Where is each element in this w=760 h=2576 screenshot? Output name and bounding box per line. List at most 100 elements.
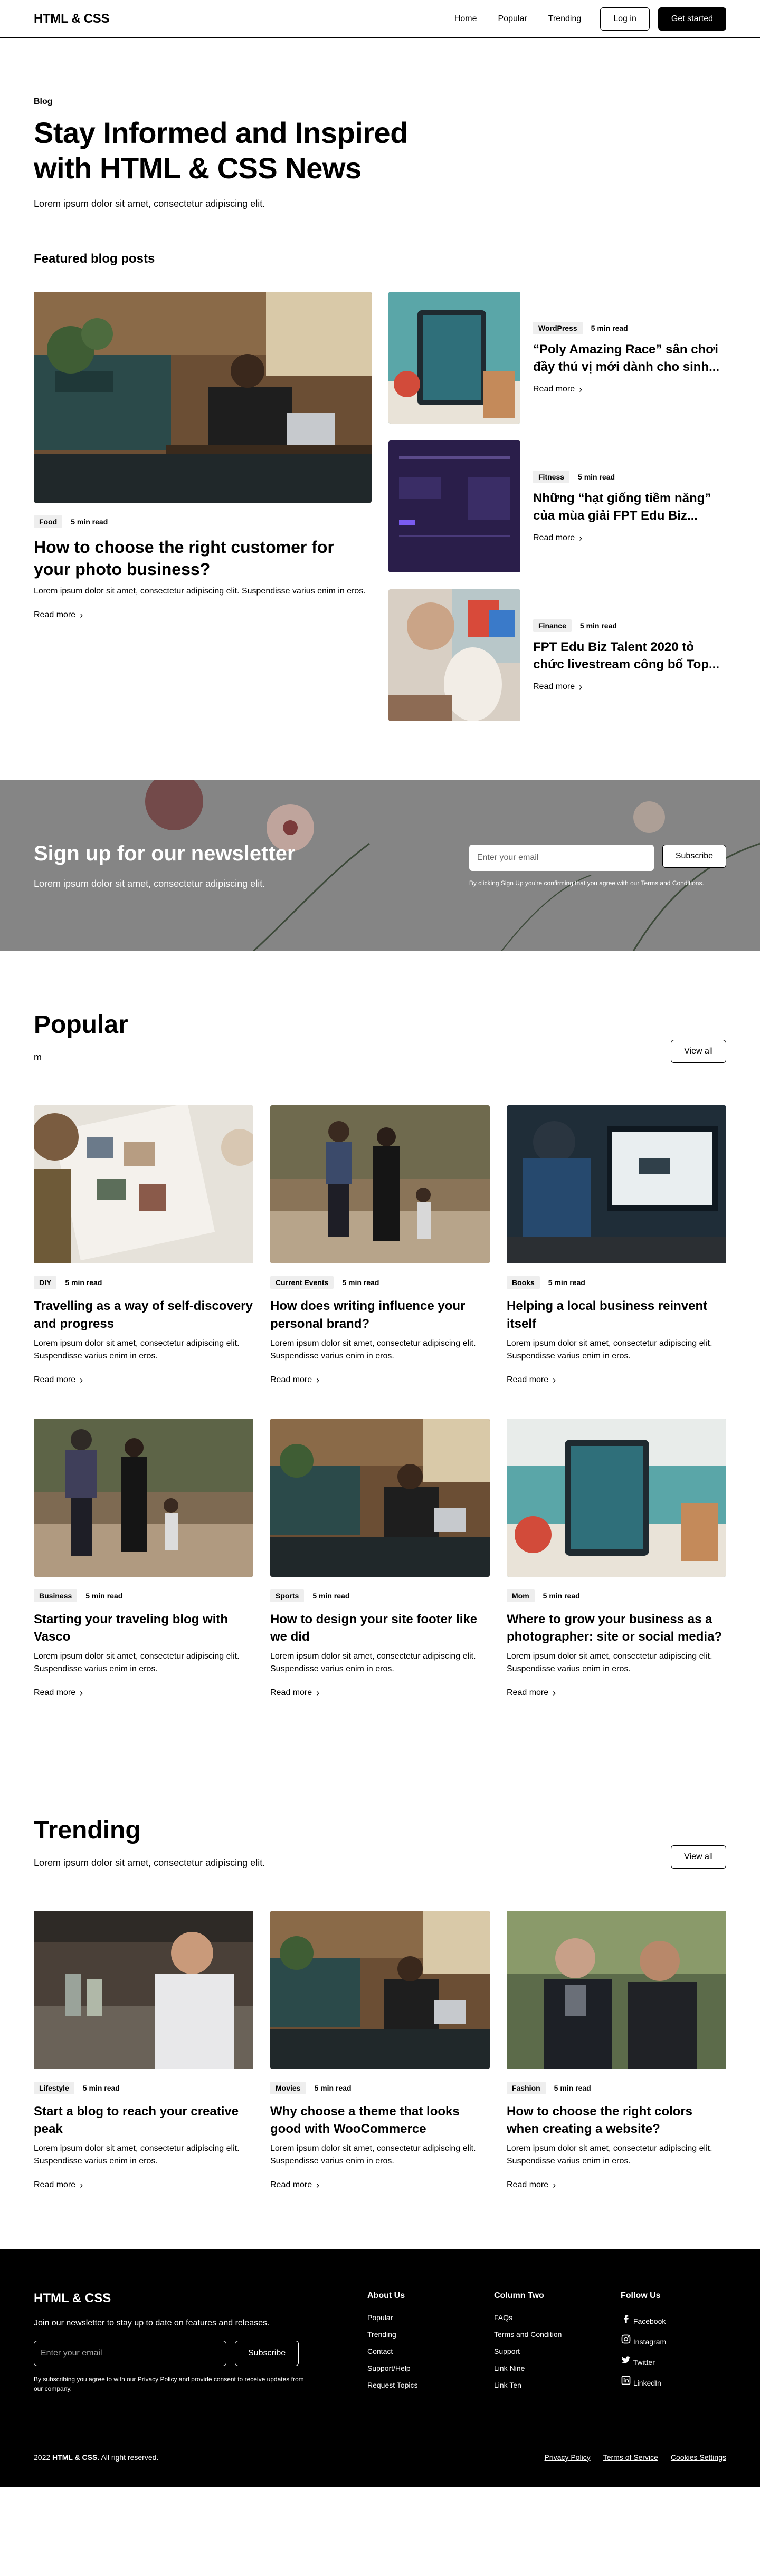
blog-card[interactable]: Current Events 5 min read How does writi… — [270, 1105, 490, 1385]
instagram-link[interactable]: Instagram — [621, 2330, 726, 2350]
terms-of-service-link[interactable]: Terms of Service — [603, 2453, 658, 2462]
view-all-button[interactable]: View all — [671, 1845, 726, 1869]
newsletter-consent-note: By clicking Sign Up you're confirming th… — [469, 879, 726, 887]
post-title[interactable]: How to choose the right customer for you… — [34, 537, 372, 580]
newsletter-email-input[interactable] — [469, 845, 654, 872]
featured-side-post[interactable]: Fitness 5 min read Những “hạt giống tiềm… — [388, 440, 726, 573]
read-more-link[interactable]: Read more › — [270, 1688, 319, 1698]
blog-card-image[interactable] — [270, 1910, 490, 2069]
footer-link[interactable]: Link Nine — [494, 2360, 600, 2377]
featured-side-post[interactable]: WordPress 5 min read “Poly Amazing Race”… — [388, 292, 726, 424]
read-time: 5 min read — [86, 1591, 123, 1600]
blog-card-image[interactable] — [507, 1910, 726, 2069]
blog-card[interactable]: DIY 5 min read Travelling as a way of se… — [34, 1105, 253, 1385]
section-title: Popular — [34, 1011, 128, 1039]
footer-link[interactable]: Support — [494, 2343, 600, 2360]
post-title[interactable]: How to design your site footer like we d… — [270, 1611, 490, 1646]
read-more-link[interactable]: Read more › — [533, 533, 582, 543]
blog-card[interactable]: Movies 5 min read Why choose a theme tha… — [270, 1910, 490, 2190]
social-label: Instagram — [633, 2337, 667, 2346]
footer-link[interactable]: Terms and Condition — [494, 2326, 600, 2343]
blog-card-image[interactable] — [34, 1105, 253, 1264]
facebook-icon — [624, 2315, 629, 2323]
blog-card[interactable]: Mom 5 min read Where to grow your busine… — [507, 1418, 726, 1698]
chevron-right-icon: › — [579, 681, 583, 692]
cookies-settings-link[interactable]: Cookies Settings — [671, 2453, 726, 2462]
post-title[interactable]: Where to grow your business as a photogr… — [507, 1611, 726, 1646]
read-more-link[interactable]: Read more › — [34, 1375, 83, 1385]
read-more-link[interactable]: Read more › — [507, 2180, 556, 2190]
featured-main-post[interactable]: Food 5 min read How to choose the right … — [34, 292, 372, 721]
blog-card[interactable]: Business 5 min read Starting your travel… — [34, 1418, 253, 1698]
blog-card-image[interactable] — [34, 1910, 253, 2069]
post-title[interactable]: Những “hạt giống tiềm năng” của mùa giải… — [533, 490, 726, 525]
featured-main-image[interactable] — [34, 292, 372, 503]
post-title[interactable]: How does writing influence your personal… — [270, 1297, 490, 1333]
side-post-image[interactable] — [388, 292, 520, 424]
side-post-image[interactable] — [388, 589, 520, 722]
footer-link[interactable]: Trending — [367, 2326, 473, 2343]
nav-link-trending[interactable]: Trending — [538, 2, 592, 36]
blog-card[interactable]: Books 5 min read Helping a local busines… — [507, 1105, 726, 1385]
footer-subscribe-button[interactable]: Subscribe — [235, 2340, 299, 2366]
footer-brand-logo[interactable]: HTML & CSS — [34, 2291, 308, 2306]
footer-link[interactable]: Request Topics — [367, 2377, 473, 2393]
view-all-button[interactable]: View all — [671, 1040, 726, 1064]
blog-card-image[interactable] — [507, 1105, 726, 1264]
read-more-link[interactable]: Read more › — [507, 1375, 556, 1385]
read-more-label: Read more — [270, 1688, 312, 1697]
post-title[interactable]: How to choose the right colors when crea… — [507, 2103, 726, 2138]
login-button[interactable]: Log in — [600, 7, 650, 31]
post-category-tag: DIY — [34, 1276, 57, 1289]
blog-card[interactable]: Lifestyle 5 min read Start a blog to rea… — [34, 1910, 253, 2190]
linkedin-link[interactable]: LinkedIn — [621, 2371, 726, 2391]
post-category-tag: Business — [34, 1589, 78, 1602]
post-title[interactable]: Helping a local business reinvent itself — [507, 1297, 726, 1333]
footer-link[interactable]: FAQs — [494, 2309, 600, 2326]
read-more-link[interactable]: Read more › — [270, 1375, 319, 1385]
post-title[interactable]: FPT Edu Biz Talent 2020 tỏ chức livestre… — [533, 638, 726, 674]
read-more-link[interactable]: Read more › — [270, 2180, 319, 2190]
instagram-icon — [621, 2334, 631, 2344]
brand-logo[interactable]: HTML & CSS — [34, 12, 110, 26]
side-post-image[interactable] — [388, 440, 520, 573]
blog-card[interactable]: Sports 5 min read How to design your sit… — [270, 1418, 490, 1698]
newsletter-subscribe-button[interactable]: Subscribe — [662, 845, 726, 868]
post-title[interactable]: “Poly Amazing Race” sân chơi đầy thú vị … — [533, 341, 726, 376]
post-title[interactable]: Start a blog to reach your creative peak — [34, 2103, 253, 2138]
footer-email-input[interactable] — [34, 2340, 226, 2366]
footer-link[interactable]: Link Ten — [494, 2377, 600, 2393]
read-more-link[interactable]: Read more › — [34, 2180, 83, 2190]
read-time: 5 min read — [578, 472, 615, 481]
read-more-link[interactable]: Read more › — [34, 1688, 83, 1698]
footer-link[interactable]: Popular — [367, 2309, 473, 2326]
featured-side-post[interactable]: Finance 5 min read FPT Edu Biz Talent 20… — [388, 589, 726, 722]
terms-link[interactable]: Terms and Conditions. — [641, 879, 704, 887]
read-more-link[interactable]: Read more › — [533, 385, 582, 394]
post-category-tag: Fitness — [533, 470, 570, 483]
nav-link-home[interactable]: Home — [444, 2, 488, 36]
nav-link-popular[interactable]: Popular — [488, 2, 538, 36]
post-title[interactable]: Why choose a theme that looks good with … — [270, 2103, 490, 2138]
read-more-link[interactable]: Read more › — [533, 682, 582, 692]
facebook-link[interactable]: Facebook — [621, 2309, 726, 2330]
get-started-button[interactable]: Get started — [658, 7, 726, 31]
post-category-tag: Food — [34, 515, 63, 529]
copyright-text: All right reserved. — [101, 2453, 159, 2462]
blog-card-image[interactable] — [270, 1418, 490, 1577]
read-more-label: Read more — [270, 1375, 312, 1384]
featured-heading: Featured blog posts — [34, 252, 155, 266]
footer-link[interactable]: Support/Help — [367, 2360, 473, 2377]
blog-card-image[interactable] — [34, 1418, 253, 1577]
privacy-policy-link[interactable]: Privacy Policy — [545, 2453, 591, 2462]
read-more-link[interactable]: Read more › — [507, 1688, 556, 1698]
post-title[interactable]: Travelling as a way of self-discovery an… — [34, 1297, 253, 1333]
privacy-policy-link[interactable]: Privacy Policy — [138, 2376, 177, 2383]
blog-card[interactable]: Fashion 5 min read How to choose the rig… — [507, 1910, 726, 2190]
blog-card-image[interactable] — [270, 1105, 490, 1264]
read-more-link[interactable]: Read more › — [34, 610, 83, 620]
footer-link[interactable]: Contact — [367, 2343, 473, 2360]
twitter-link[interactable]: Twitter — [621, 2350, 726, 2371]
post-title[interactable]: Starting your traveling blog with Vasco — [34, 1611, 253, 1646]
blog-card-image[interactable] — [507, 1418, 726, 1577]
